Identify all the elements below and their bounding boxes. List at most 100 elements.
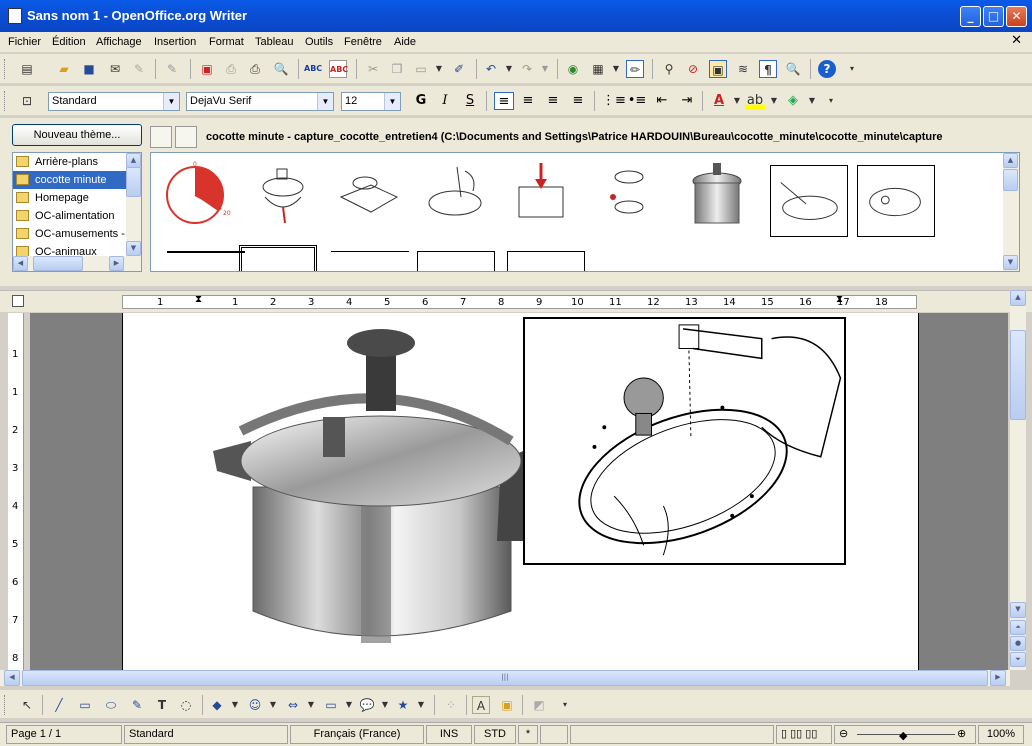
toolbar-options-icon[interactable]: ▾ bbox=[556, 696, 574, 714]
theme-item[interactable]: OC-alimentation bbox=[13, 207, 126, 225]
decrease-indent-button[interactable]: ⇤ bbox=[652, 92, 672, 110]
callouts-dropdown-icon[interactable]: ▼ bbox=[376, 696, 394, 714]
drawing-thumbnail[interactable] bbox=[331, 251, 409, 271]
undo-dropdown-icon[interactable]: ▼ bbox=[500, 60, 518, 78]
undo-icon[interactable]: ↶ bbox=[482, 60, 500, 78]
points-icon[interactable]: ⁘ bbox=[442, 696, 460, 714]
selection-mode-indicator[interactable]: STD bbox=[474, 725, 516, 744]
zoom-out-icon[interactable]: ⊖ bbox=[839, 728, 848, 740]
stars-dropdown-icon[interactable]: ▼ bbox=[412, 696, 430, 714]
menu-fichier[interactable]: Fichier bbox=[8, 36, 41, 48]
cut-icon[interactable]: ✂ bbox=[364, 60, 382, 78]
table-dropdown-icon[interactable]: ▼ bbox=[607, 60, 625, 78]
document-vertical-scrollbar[interactable]: ▲ ▼ ⏶ ● ⏷ bbox=[1010, 290, 1026, 670]
scroll-thumb[interactable]: ||| bbox=[22, 670, 988, 686]
chevron-down-icon[interactable]: ▼ bbox=[163, 93, 179, 110]
scroll-down-icon[interactable]: ▼ bbox=[1003, 255, 1018, 270]
gallery-icon[interactable]: ▣ bbox=[709, 60, 727, 78]
toolbar-grip[interactable] bbox=[4, 91, 7, 111]
scroll-up-icon[interactable]: ▲ bbox=[126, 153, 141, 168]
theme-item[interactable]: Homepage bbox=[13, 189, 126, 207]
increase-indent-button[interactable]: ⇥ bbox=[677, 92, 697, 110]
hyperlink-icon[interactable]: ◉ bbox=[564, 60, 582, 78]
icon-view-button[interactable] bbox=[150, 126, 172, 148]
theme-item-selected[interactable]: cocotte minute bbox=[13, 171, 126, 189]
detail-view-button[interactable] bbox=[175, 126, 197, 148]
scroll-up-icon[interactable]: ▲ bbox=[1010, 290, 1026, 306]
theme-item[interactable]: OC-amusements - bbox=[13, 225, 126, 243]
highlight-dropdown-icon[interactable]: ▼ bbox=[765, 92, 783, 110]
symbol-shapes-icon[interactable]: ☺ bbox=[246, 696, 264, 714]
menu-edition[interactable]: Édition bbox=[52, 36, 86, 48]
help-icon[interactable]: ? bbox=[818, 60, 836, 78]
align-right-button[interactable]: ≡ bbox=[543, 92, 563, 110]
scroll-left-icon[interactable]: ◀ bbox=[13, 256, 28, 271]
menu-fenetre[interactable]: Fenêtre bbox=[344, 36, 382, 48]
maximize-button[interactable]: □ bbox=[983, 6, 1004, 27]
stars-icon[interactable]: ★ bbox=[394, 696, 412, 714]
find-replace-icon[interactable]: ⚲ bbox=[660, 60, 678, 78]
document-area[interactable] bbox=[30, 313, 1008, 670]
extrusion-icon[interactable]: ◩ bbox=[530, 696, 548, 714]
menu-tableau[interactable]: Tableau bbox=[255, 36, 294, 48]
font-color-icon[interactable]: A bbox=[709, 92, 729, 110]
format-paintbrush-icon[interactable]: ✐ bbox=[450, 60, 468, 78]
from-file-icon[interactable]: ▣ bbox=[498, 696, 516, 714]
formatting-marks-icon[interactable]: ¶ bbox=[759, 60, 777, 78]
show-draw-functions-icon[interactable]: ✏ bbox=[626, 60, 644, 78]
print-preview-icon[interactable]: 🔍 bbox=[272, 60, 290, 78]
book-view-icon[interactable]: ▯▯ bbox=[805, 728, 817, 740]
drawing-thumbnail[interactable] bbox=[770, 165, 848, 237]
flowchart-dropdown-icon[interactable]: ▼ bbox=[340, 696, 358, 714]
open-folder-icon[interactable]: ▰ bbox=[55, 60, 73, 78]
view-layout-field[interactable]: ▯ ▯▯ ▯▯ bbox=[776, 725, 832, 744]
table-icon[interactable]: ▦ bbox=[589, 60, 607, 78]
pressure-cooker-image[interactable] bbox=[211, 321, 523, 663]
callout-icon[interactable]: ◌ bbox=[177, 696, 195, 714]
modified-indicator[interactable]: * bbox=[518, 725, 538, 744]
redo-icon[interactable]: ↷ bbox=[518, 60, 536, 78]
paragraph-style-combo[interactable]: Standard ▼ bbox=[48, 92, 180, 111]
block-arrows-icon[interactable]: ⇔ bbox=[284, 696, 302, 714]
navigation-icon[interactable]: ● bbox=[1010, 636, 1026, 651]
drawing-thumbnail[interactable] bbox=[245, 157, 323, 229]
chevron-down-icon[interactable]: ▼ bbox=[384, 93, 400, 110]
drawing-thumbnail[interactable] bbox=[503, 157, 581, 229]
italic-button[interactable]: I bbox=[435, 92, 455, 110]
zoom-icon[interactable]: 🔍 bbox=[784, 60, 802, 78]
page-indicator[interactable]: Page 1 / 1 bbox=[6, 725, 122, 744]
previous-page-icon[interactable]: ⏶ bbox=[1010, 620, 1026, 635]
drawing-thumbnail[interactable] bbox=[331, 157, 409, 229]
symbol-shapes-dropdown-icon[interactable]: ▼ bbox=[264, 696, 282, 714]
writer-app-icon[interactable] bbox=[8, 8, 22, 24]
auto-spellcheck-icon[interactable]: ABC bbox=[329, 60, 348, 78]
scroll-thumb[interactable] bbox=[1003, 169, 1018, 191]
text-icon[interactable]: T bbox=[153, 696, 171, 714]
gallery-thumbnails[interactable]: 0 20 ▲ ▼ bbox=[150, 152, 1020, 272]
drawing-thumbnail[interactable] bbox=[611, 253, 689, 271]
print-direct-icon[interactable]: ⎙ bbox=[222, 60, 240, 78]
scroll-down-icon[interactable]: ▼ bbox=[1010, 602, 1026, 618]
rectangle-icon[interactable]: ▭ bbox=[76, 696, 94, 714]
toolbar-grip[interactable] bbox=[4, 695, 7, 715]
bold-button[interactable]: G bbox=[411, 92, 431, 110]
print-icon[interactable]: ⎙ bbox=[246, 60, 264, 78]
document-page[interactable] bbox=[122, 313, 919, 670]
align-left-button[interactable]: ≡ bbox=[494, 92, 514, 110]
menu-affichage[interactable]: Affichage bbox=[96, 36, 142, 48]
single-page-view-icon[interactable]: ▯ bbox=[781, 728, 787, 740]
align-center-button[interactable]: ≡ bbox=[518, 92, 538, 110]
thumbnails-scrollbar[interactable]: ▲ ▼ bbox=[1003, 153, 1019, 271]
tab-stop-selector[interactable] bbox=[12, 295, 24, 307]
new-document-icon[interactable]: ▤ bbox=[18, 60, 36, 78]
chevron-down-icon[interactable]: ▼ bbox=[317, 93, 333, 110]
new-theme-button[interactable]: Nouveau thème... bbox=[12, 124, 142, 146]
scroll-right-icon[interactable]: ▶ bbox=[109, 256, 124, 271]
close-button[interactable]: ✕ bbox=[1006, 6, 1027, 27]
theme-list-hscrollbar[interactable]: ◀ ▶ bbox=[13, 256, 141, 271]
numbering-button[interactable]: ⋮≡ bbox=[602, 92, 626, 110]
export-pdf-icon[interactable]: ▣ bbox=[198, 60, 216, 78]
document-close-icon[interactable]: ✕ bbox=[1011, 33, 1022, 48]
bullets-button[interactable]: •≡ bbox=[627, 92, 647, 110]
scroll-up-icon[interactable]: ▲ bbox=[1003, 153, 1018, 168]
